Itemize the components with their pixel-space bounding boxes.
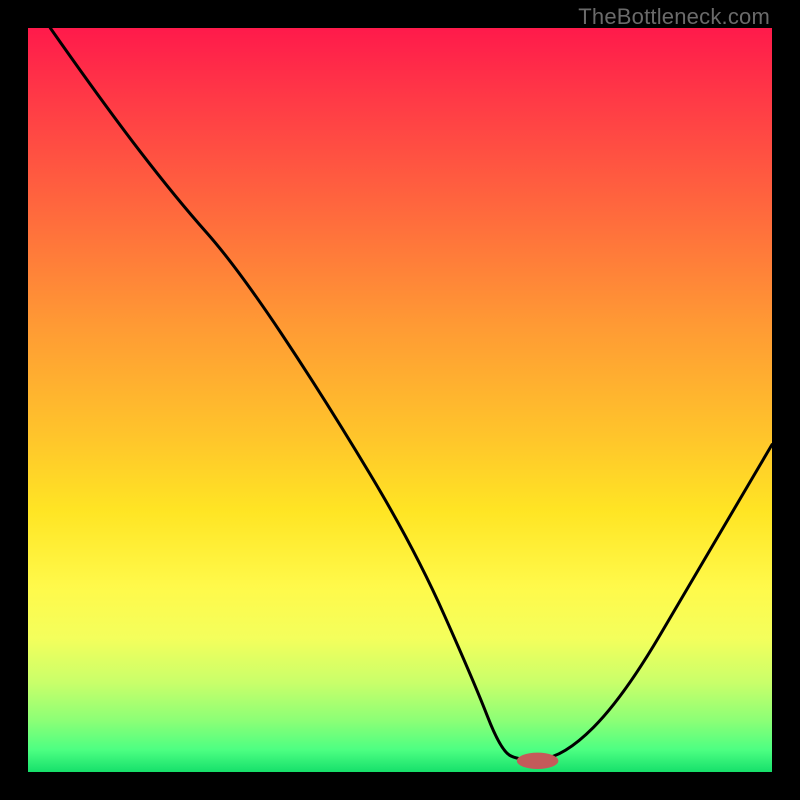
attribution-text: TheBottleneck.com	[578, 4, 770, 30]
bottleneck-curve	[50, 28, 772, 759]
optimal-marker	[517, 753, 559, 769]
plot-area	[28, 28, 772, 772]
chart-overlay	[28, 28, 772, 772]
chart-frame: TheBottleneck.com	[0, 0, 800, 800]
